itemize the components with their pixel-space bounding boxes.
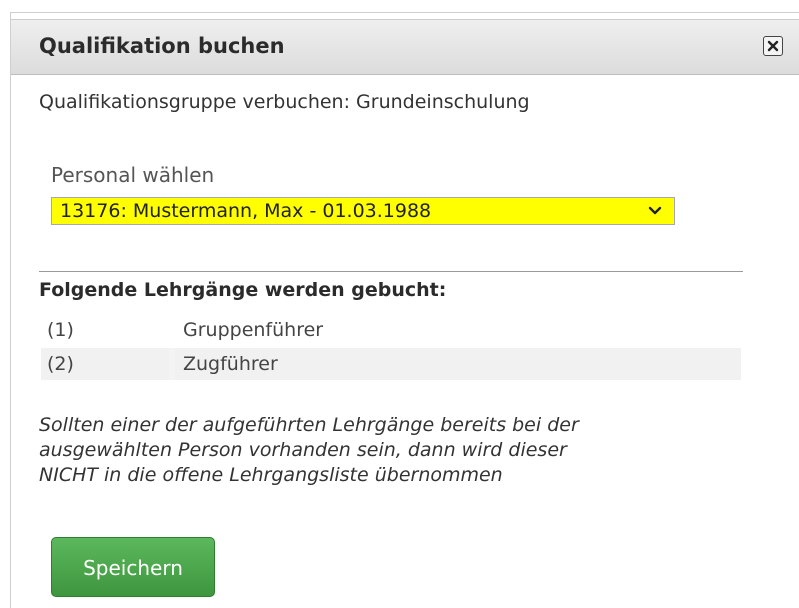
dialog-subtitle: Qualifikationsgruppe verbuchen: Grundein… <box>39 91 530 113</box>
course-number: (2) <box>41 348 169 380</box>
save-button[interactable]: Speichern <box>51 537 215 597</box>
course-name: Zugführer <box>175 348 741 380</box>
personnel-select[interactable]: 13176: Mustermann, Max - 01.03.1988 <box>51 197 675 225</box>
courses-heading: Folgende Lehrgänge werden gebucht: <box>39 279 447 301</box>
note-line: NICHT in die offene Lehrgangsliste übern… <box>39 464 503 486</box>
dialog-title: Qualifikation buchen <box>39 34 285 58</box>
course-number: (1) <box>47 319 74 341</box>
course-name: Gruppenführer <box>183 319 324 341</box>
dialog-titlebar: Qualifikation buchen <box>11 19 799 75</box>
personnel-select-value: 13176: Mustermann, Max - 01.03.1988 <box>60 200 432 222</box>
note-line: ausgewählten Person vorhanden sein, dann… <box>39 439 567 461</box>
table-row: (1) Gruppenführer <box>41 314 741 346</box>
note-line: Sollten einer der aufgeführten Lehrgänge… <box>39 414 579 436</box>
personnel-label: Personal wählen <box>51 163 215 187</box>
chevron-down-icon <box>648 206 662 215</box>
close-icon <box>767 40 779 52</box>
info-note: Sollten einer der aufgeführten Lehrgänge… <box>39 413 759 488</box>
section-divider <box>39 271 743 272</box>
qualification-dialog: Qualifikation buchen Qualifikationsgrupp… <box>10 12 799 608</box>
close-button[interactable] <box>763 36 783 56</box>
table-row: (2) Zugführer <box>41 348 741 380</box>
